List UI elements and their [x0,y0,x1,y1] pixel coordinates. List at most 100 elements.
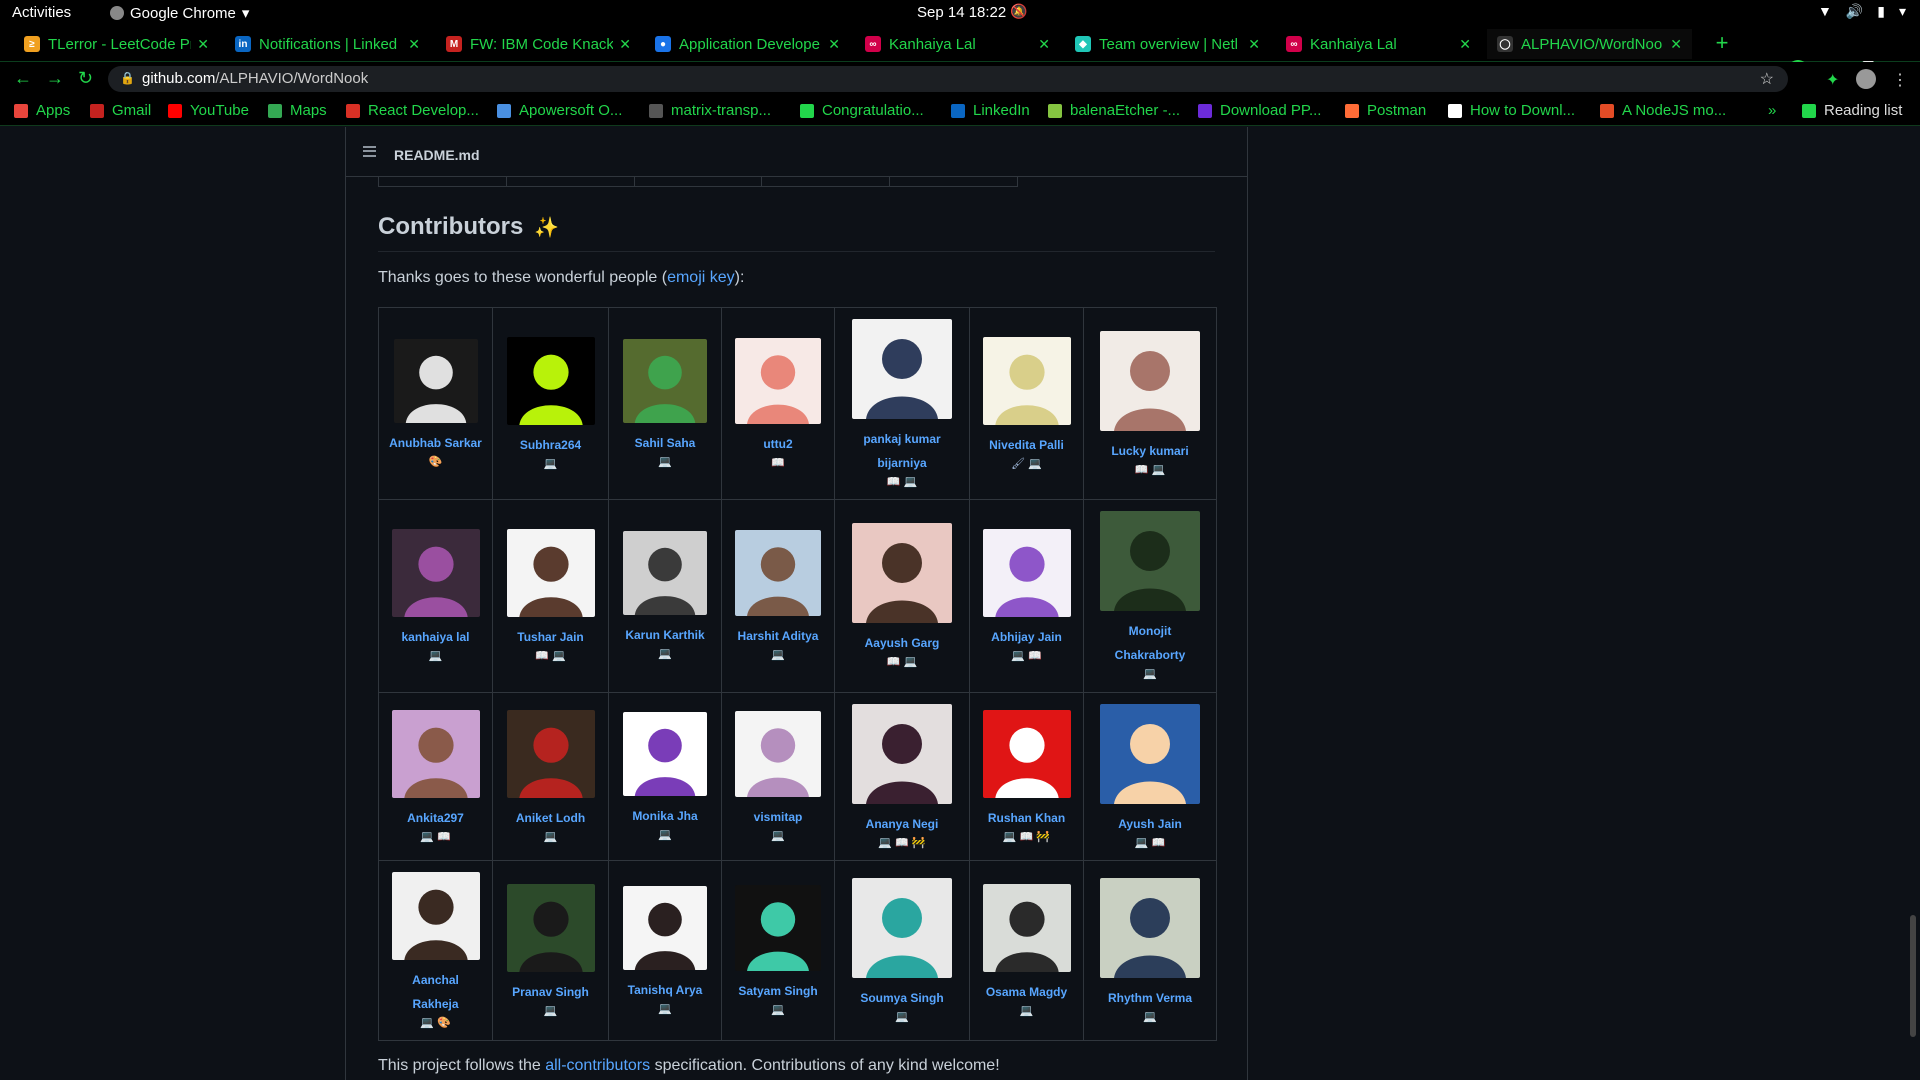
bookmark-item[interactable]: YouTube [168,102,249,119]
emoji-key-link[interactable]: emoji key [667,269,735,286]
contributor-name-link[interactable]: uttu2 [763,432,792,456]
reload-icon[interactable]: ↻ [78,68,93,89]
tab-close-icon[interactable]: ✕ [1038,36,1050,53]
contributor-avatar[interactable] [852,877,952,978]
contributor-name-link[interactable]: Rushan Khan [988,806,1065,830]
contributor-name-link[interactable]: Ayush Jain [1118,812,1182,836]
contribution-type-icons[interactable]: 📖 💻 [887,655,917,669]
contribution-type-icons[interactable]: 💻 [544,1004,558,1018]
contributor-avatar[interactable] [852,523,952,623]
contribution-type-icons[interactable]: 📖 💻 [887,475,917,489]
contribution-type-icons[interactable]: 💻 📖 [1011,649,1041,663]
bookmark-item[interactable]: Gmail [90,102,151,119]
contribution-type-icons[interactable]: 📖 [771,456,785,470]
contributor-avatar[interactable] [391,871,480,960]
contribution-type-icons[interactable]: 📖 💻 [535,649,565,663]
contributor-name-link[interactable]: Aayush Garg [865,631,940,655]
contributor-name-link[interactable]: Subhra264 [520,433,581,457]
app-menu[interactable]: Google Chrome ▾ [110,4,249,22]
contributor-name-link[interactable]: Sahil Saha [635,431,696,455]
contributor-avatar[interactable] [391,529,480,617]
contribution-type-icons[interactable]: 💻 [1143,1010,1157,1024]
contributor-avatar[interactable] [735,337,821,424]
contribution-type-icons[interactable]: 💻 [544,457,558,471]
scrollbar-thumb[interactable] [1910,915,1916,1037]
tab-close-icon[interactable]: ✕ [1459,36,1471,53]
all-contributors-link[interactable]: all-contributors [545,1057,650,1074]
browser-tab[interactable]: ∞ Kanhaiya Lal ✕ [1276,29,1481,59]
contributor-avatar[interactable] [506,709,595,798]
contribution-type-icons[interactable]: 💻 [771,648,785,662]
contributor-name-link[interactable]: Rhythm Verma [1108,986,1192,1010]
contributor-name-link[interactable]: pankaj kumar bijarniya [854,427,950,475]
tab-close-icon[interactable]: ✕ [828,36,840,53]
contributor-name-link[interactable]: Pranav Singh [512,980,589,1004]
bookmark-item[interactable]: matrix-transp... [649,102,771,119]
bookmark-item[interactable]: Postman [1345,102,1426,119]
contributor-avatar[interactable] [623,531,707,615]
contributor-name-link[interactable]: vismitap [754,805,803,829]
contribution-type-icons[interactable]: 💻 [658,1002,672,1016]
browser-tab[interactable]: ≥ TLerror - LeetCode Pr ✕ [14,29,219,59]
tab-close-icon[interactable]: ✕ [197,36,209,53]
contributor-name-link[interactable]: Nivedita Palli [989,433,1064,457]
contributor-avatar[interactable] [1100,877,1200,978]
contribution-type-icons[interactable]: 💻 [771,1003,785,1017]
forward-arrow-icon[interactable]: → [46,68,64,89]
contributor-avatar[interactable] [506,529,595,617]
bookmark-item[interactable]: React Develop... [346,102,479,119]
contributor-name-link[interactable]: Anubhab Sarkar [389,431,482,455]
bookmarks-overflow-icon[interactable]: » [1768,102,1776,119]
contributor-name-link[interactable]: Ananya Negi [866,812,939,836]
tab-close-icon[interactable]: ✕ [1670,36,1682,53]
page-scrollbar[interactable] [1906,127,1920,1080]
contribution-type-icons[interactable]: 🖌 💻 [1011,457,1042,471]
browser-tab[interactable]: in Notifications | Linked ✕ [225,29,430,59]
tab-close-icon[interactable]: ✕ [1248,36,1260,53]
back-arrow-icon[interactable]: ← [14,68,32,89]
contributor-avatar[interactable] [393,338,478,423]
outline-list-icon[interactable] [363,146,376,157]
contribution-type-icons[interactable]: 💻 [544,830,558,844]
contributor-name-link[interactable]: Tanishq Arya [628,978,703,1002]
contributor-avatar[interactable] [852,703,952,804]
reading-list-button[interactable]: Reading list [1802,102,1902,119]
contributor-avatar[interactable] [623,711,707,796]
address-bar[interactable]: 🔒 github.com/ALPHAVIO/WordNook ☆ [108,66,1788,92]
contribution-type-icons[interactable]: 💻 📖 🚧 [1003,830,1050,844]
contributor-name-link[interactable]: Satyam Singh [738,979,817,1003]
contributor-name-link[interactable]: Karun Karthik [625,623,704,647]
contributor-avatar[interactable] [735,710,821,797]
system-tray[interactable]: ▼ 🔊 ▮ ▾ [1818,3,1906,20]
contributor-avatar[interactable] [391,709,480,798]
contribution-type-icons[interactable]: 📖 💻 [1135,463,1165,477]
extensions-puzzle-icon[interactable]: ✦ [1826,70,1839,90]
contributor-name-link[interactable]: Monika Jha [632,804,697,828]
bookmark-item[interactable]: LinkedIn [951,102,1030,119]
contributor-name-link[interactable]: kanhaiya lal [401,625,469,649]
bookmark-item[interactable]: Congratulatio... [800,102,924,119]
contribution-type-icons[interactable]: 💻 🎨 [420,1016,450,1030]
contributor-avatar[interactable] [735,530,821,616]
contribution-type-icons[interactable]: 💻 [658,647,672,661]
contributor-name-link[interactable]: Aniket Lodh [516,806,585,830]
contribution-type-icons[interactable]: 💻 [658,828,672,842]
contributor-avatar[interactable] [506,883,595,972]
contribution-type-icons[interactable]: 💻 📖 [1135,836,1165,850]
contribution-type-icons[interactable]: 💻 [1020,1004,1034,1018]
tab-close-icon[interactable]: ✕ [619,36,631,53]
browser-tab[interactable]: ● Application Develope ✕ [645,29,850,59]
clock[interactable]: Sep 14 18:22 [917,4,1006,21]
contribution-type-icons[interactable]: 💻 [658,455,672,469]
tab-close-icon[interactable]: ✕ [408,36,420,53]
bookmark-item[interactable]: A NodeJS mo... [1600,102,1726,119]
browser-tab[interactable]: ∞ Kanhaiya Lal ✕ [855,29,1060,59]
contributor-avatar[interactable] [623,338,707,423]
contributor-name-link[interactable]: Aanchal Rakheja [388,968,484,1016]
bookmark-item[interactable]: How to Downl... [1448,102,1575,119]
contributor-avatar[interactable] [982,529,1071,617]
contributor-avatar[interactable] [1100,703,1200,804]
contributor-name-link[interactable]: Abhijay Jain [991,625,1062,649]
contribution-type-icons[interactable]: 💻 📖 [420,830,450,844]
profile-avatar[interactable] [1856,69,1876,89]
